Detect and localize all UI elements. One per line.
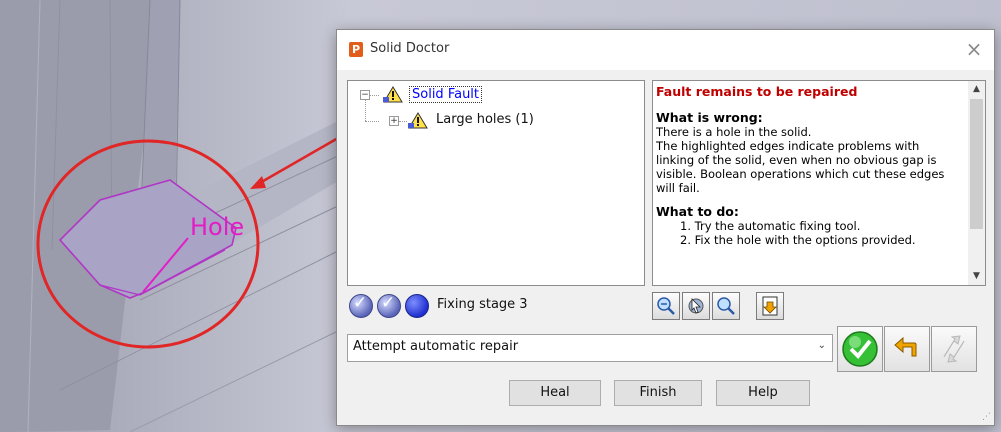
stage-current-icon: [405, 294, 429, 318]
export-button[interactable]: [756, 292, 784, 320]
title-bar[interactable]: P Solid Doctor ×: [337, 30, 994, 70]
info-scrollbar[interactable]: ▲ ▼: [968, 81, 985, 285]
zoom-out-button[interactable]: [652, 292, 680, 320]
scroll-up-arrow-icon[interactable]: ▲: [968, 81, 985, 98]
undo-icon: [894, 336, 917, 357]
stage-complete-icon: ✓: [377, 293, 401, 318]
resize-grip-icon[interactable]: ⋰: [982, 412, 991, 422]
finish-button[interactable]: Finish: [614, 380, 702, 406]
what-to-do-item: 2. Fix the hole with the options provide…: [680, 233, 916, 247]
hole-annotation: Hole: [190, 213, 244, 241]
close-button[interactable]: ×: [960, 36, 988, 62]
scroll-thumb[interactable]: [970, 99, 983, 229]
app-logo-icon: P: [349, 42, 363, 57]
help-button[interactable]: Help: [716, 380, 810, 406]
apply-check-icon: [842, 331, 878, 367]
what-is-wrong-line: The highlighted edges indicate problems …: [656, 139, 945, 195]
fault-status: Fault remains to be repaired: [656, 84, 858, 99]
repair-method-value: Attempt automatic repair: [353, 339, 519, 354]
select-view-button[interactable]: [682, 292, 710, 320]
export-icon: [762, 296, 778, 316]
scroll-down-arrow-icon[interactable]: ▼: [968, 268, 985, 285]
what-is-wrong-heading: What is wrong:: [656, 110, 763, 125]
zoom-icon: [717, 297, 735, 315]
what-is-wrong-line: There is a hole in the solid.: [656, 125, 812, 139]
solid-doctor-dialog: P Solid Doctor × − Solid Fault + Large h…: [336, 29, 995, 426]
dialog-title: Solid Doctor: [370, 41, 450, 56]
fault-info-panel[interactable]: Fault remains to be repaired What is wro…: [652, 80, 986, 286]
tree-item-large-holes[interactable]: Large holes (1): [436, 112, 534, 127]
redo-button[interactable]: [931, 326, 977, 372]
tree-collapse-toggle[interactable]: −: [360, 90, 370, 100]
repair-method-select[interactable]: Attempt automatic repair ⌄: [347, 334, 833, 362]
warning-icon: [408, 112, 428, 129]
tree-expand-toggle[interactable]: +: [389, 116, 399, 126]
undo-button[interactable]: [884, 326, 930, 372]
stage-complete-icon: ✓: [349, 293, 373, 318]
heal-button[interactable]: Heal: [509, 380, 601, 406]
zoom-button[interactable]: [712, 292, 740, 320]
zoom-out-icon: [657, 297, 675, 315]
tree-item-solid-fault[interactable]: Solid Fault: [409, 86, 483, 103]
redo-icon: [943, 335, 965, 363]
what-to-do-item: 1. Try the automatic fixing tool.: [680, 219, 861, 233]
fixing-stage-label: Fixing stage 3: [437, 297, 528, 312]
fault-tree[interactable]: − Solid Fault + Large holes (1): [347, 80, 645, 286]
warning-icon: [383, 86, 403, 103]
apply-button[interactable]: [837, 326, 883, 372]
what-to-do-heading: What to do:: [656, 204, 739, 219]
select-view-icon: [688, 298, 704, 314]
chevron-down-icon[interactable]: ⌄: [818, 340, 826, 351]
